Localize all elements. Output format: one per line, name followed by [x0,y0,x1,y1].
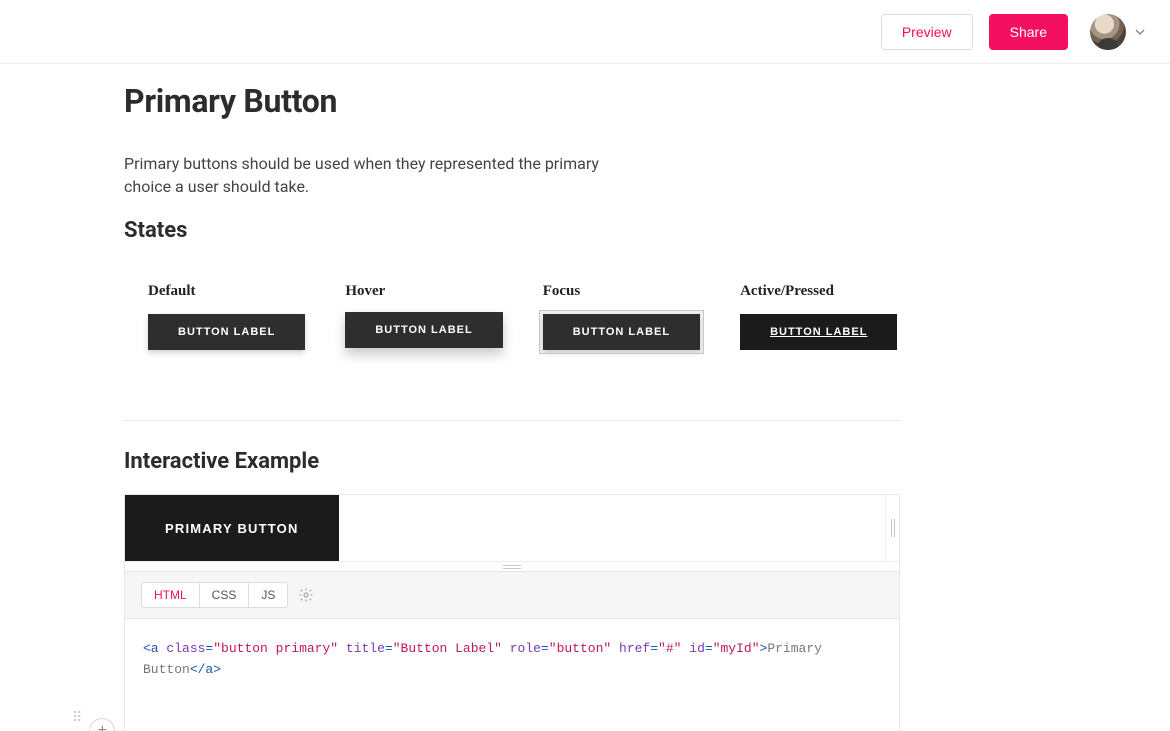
demo-primary-button[interactable]: PRIMARY BUTTON [125,495,339,561]
code-editor[interactable]: <a class="button primary" title="Button … [125,618,899,731]
drag-handle-icon[interactable]: ⠿ [72,711,83,725]
preview-button[interactable]: Preview [881,14,973,50]
state-label: Focus [543,283,581,300]
states-row: Default BUTTON LABEL Hover BUTTON LABEL … [148,283,900,350]
state-label: Default [148,283,196,300]
add-block-button[interactable]: + [89,718,115,731]
vertical-resize-handle[interactable] [885,495,899,561]
add-block-control: ⠿ + [72,705,115,731]
state-label: Hover [345,283,385,300]
state-active: Active/Pressed BUTTON LABEL [740,283,897,350]
states-heading: States [124,218,900,243]
user-menu[interactable] [1090,14,1146,50]
document-content: Primary Button Primary buttons should be… [124,64,900,731]
divider [124,420,900,421]
topbar: Preview Share [0,0,1170,64]
state-hover: Hover BUTTON LABEL [345,283,502,350]
gear-icon[interactable] [298,587,314,603]
intro-paragraph: Primary buttons should be used when they… [124,152,644,198]
example-button-active: BUTTON LABEL [740,314,897,350]
code-preview-row: PRIMARY BUTTON [125,495,899,561]
state-focus: Focus BUTTON LABEL [543,283,700,350]
example-button-default: BUTTON LABEL [148,314,305,350]
page-title: Primary Button [124,82,900,120]
example-button-focus: BUTTON LABEL [543,314,700,350]
tab-js[interactable]: JS [249,582,288,608]
horizontal-resize-handle[interactable] [125,561,899,571]
interactive-example-heading: Interactive Example [124,449,900,474]
tab-html[interactable]: HTML [141,582,200,608]
avatar [1090,14,1126,50]
state-default: Default BUTTON LABEL [148,283,305,350]
interactive-example-block: PRIMARY BUTTON HTML CSS JS [124,494,900,731]
tab-css[interactable]: CSS [200,582,250,608]
code-tabs: HTML CSS JS [125,571,899,618]
share-button[interactable]: Share [989,14,1068,50]
chevron-down-icon [1134,26,1146,38]
state-label: Active/Pressed [740,283,834,300]
example-button-hover: BUTTON LABEL [345,312,502,348]
